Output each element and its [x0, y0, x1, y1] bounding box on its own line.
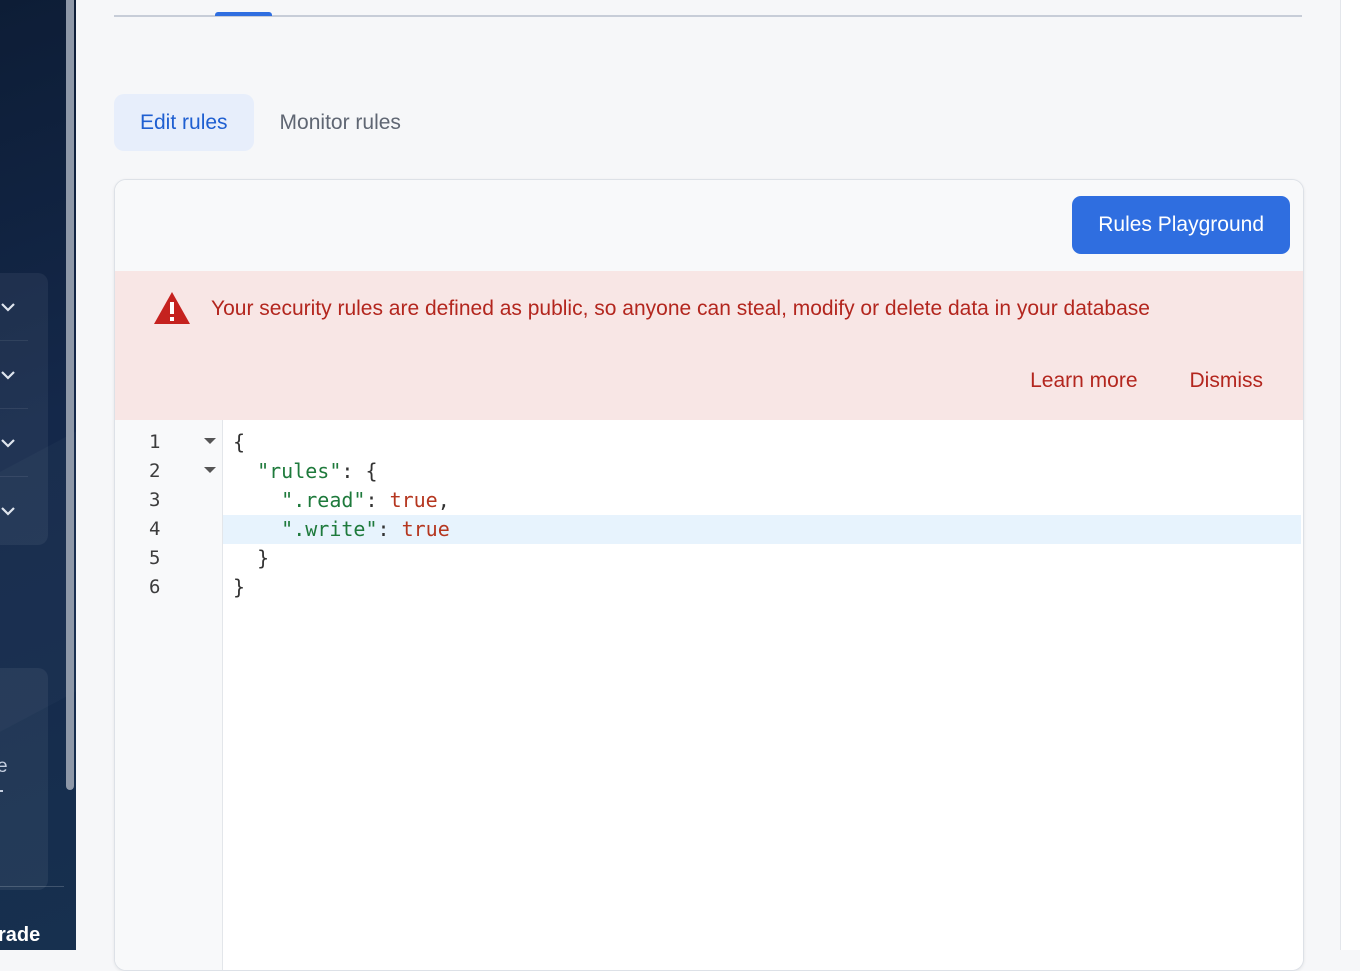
line-number-text: 3 — [149, 489, 161, 511]
rules-subtabs: Edit rules Monitor rules — [114, 94, 427, 151]
line-number: 5 — [149, 544, 160, 573]
line-number-text: 1 — [149, 431, 161, 453]
sidebar-promo-text: e — [0, 756, 8, 777]
code-value: true — [401, 517, 450, 541]
code-key: ".write" — [281, 517, 378, 541]
code-line-5[interactable]: } — [233, 544, 269, 573]
sidebar-item-3[interactable] — [0, 409, 28, 477]
banner-actions: Learn more Dismiss — [1030, 369, 1263, 393]
upgrade-link[interactable]: rade — [0, 924, 40, 947]
line-number: 3 — [149, 486, 160, 515]
code-value: true — [389, 488, 438, 512]
line-number-text: 2 — [149, 460, 161, 482]
left-sidebar: e rade — [0, 0, 76, 950]
tab-monitor-rules[interactable]: Monitor rules — [254, 94, 427, 151]
line-number-text: 6 — [149, 576, 161, 598]
code-punct: : — [365, 488, 390, 512]
code-brace: } — [233, 575, 246, 599]
sidebar-item-4[interactable] — [0, 477, 28, 545]
chevron-down-icon — [1, 507, 15, 516]
sidebar-item-2[interactable] — [0, 341, 28, 409]
code-key: "rules" — [257, 459, 342, 483]
code-line-2[interactable]: "rules": { — [233, 457, 378, 486]
code-key: ".read" — [281, 488, 366, 512]
top-tabs-divider — [114, 15, 1302, 17]
sidebar-promo-mark — [0, 790, 3, 792]
code-line-1[interactable]: { — [233, 428, 245, 457]
warning-icon — [154, 292, 190, 324]
sidebar-divider — [0, 886, 64, 887]
tab-edit-rules[interactable]: Edit rules — [114, 94, 254, 151]
rules-editor-card: Rules Playground Your security rules are… — [114, 179, 1304, 971]
line-number-gutter: 1 2 3 4 5 6 — [115, 420, 223, 970]
code-punct: : { — [341, 459, 378, 483]
chevron-down-icon — [1, 438, 15, 448]
sidebar-nav-group — [0, 273, 48, 545]
dismiss-button[interactable]: Dismiss — [1190, 369, 1264, 393]
line-number-text: 4 — [149, 518, 161, 540]
code-editor[interactable]: 1 2 3 4 5 6 { "rules": { ".read": true, … — [115, 420, 1303, 970]
code-line-3[interactable]: ".read": true, — [233, 486, 450, 515]
code-line-6[interactable]: } — [233, 573, 245, 602]
learn-more-link[interactable]: Learn more — [1030, 369, 1137, 393]
line-number: 6 — [149, 573, 160, 602]
line-number: 1 — [149, 428, 216, 457]
code-brace: { — [233, 430, 246, 454]
page-scrollbar-track[interactable] — [1340, 0, 1360, 950]
rules-playground-button[interactable]: Rules Playground — [1072, 196, 1290, 254]
code-line-4[interactable]: ".write": true — [233, 515, 450, 544]
security-warning-banner: Your security rules are defined as publi… — [115, 271, 1303, 420]
code-brace: } — [257, 546, 270, 570]
line-number-text: 5 — [149, 547, 161, 569]
code-punct: : — [377, 517, 402, 541]
warning-message: Your security rules are defined as publi… — [211, 297, 1150, 320]
card-toolbar: Rules Playground — [115, 180, 1303, 272]
active-tab-indicator — [215, 12, 272, 16]
line-number: 4 — [149, 515, 160, 544]
sidebar-promo-card — [0, 668, 48, 890]
chevron-down-icon — [1, 302, 15, 312]
code-punct: , — [437, 488, 450, 512]
sidebar-scrollbar[interactable] — [66, 0, 74, 790]
sidebar-item-1[interactable] — [0, 273, 28, 341]
fold-arrow-icon[interactable] — [204, 467, 216, 473]
chevron-down-icon — [1, 370, 15, 380]
line-number: 2 — [149, 457, 216, 486]
fold-arrow-icon[interactable] — [204, 438, 216, 444]
